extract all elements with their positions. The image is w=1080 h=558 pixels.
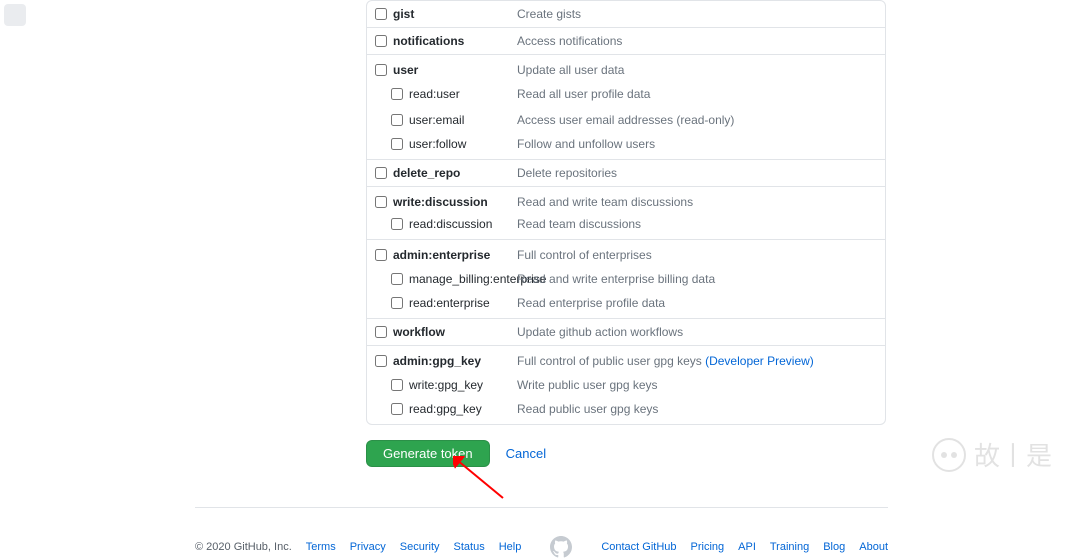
- scope-row: admin:gpg_keyFull control of public user…: [367, 346, 885, 372]
- scope-row: workflowUpdate github action workflows: [367, 319, 885, 345]
- scope-description: Update github action workflows: [517, 325, 885, 339]
- page-footer: © 2020 GitHub, Inc. Terms Privacy Securi…: [195, 536, 888, 558]
- scope-description: Full control of public user gpg keys (De…: [517, 354, 885, 368]
- footer-link-training[interactable]: Training: [770, 541, 809, 553]
- scope-name: write:discussion: [391, 195, 517, 209]
- scope-row: notificationsAccess notifications: [367, 28, 885, 54]
- scope-description: Delete repositories: [517, 166, 885, 180]
- scope-description: Read team discussions: [517, 217, 885, 231]
- scope-row: read:enterpriseRead enterprise profile d…: [367, 292, 885, 318]
- scope-description: Access notifications: [517, 34, 885, 48]
- scope-name: workflow: [391, 325, 517, 339]
- scope-name: user:email: [407, 113, 517, 127]
- scope-name: admin:gpg_key: [391, 354, 517, 368]
- scope-name: read:discussion: [407, 217, 517, 231]
- footer-right: Contact GitHub Pricing API Training Blog…: [601, 541, 888, 553]
- scope-description: Read all user profile data: [517, 87, 885, 101]
- scope-name: user:follow: [407, 137, 517, 151]
- generate-token-button[interactable]: Generate token: [366, 440, 490, 467]
- scope-block: admin:enterpriseFull control of enterpri…: [367, 240, 885, 319]
- scope-row: write:discussionRead and write team disc…: [367, 187, 885, 213]
- scope-name: read:user: [407, 87, 517, 101]
- scope-checkbox[interactable]: [391, 114, 403, 126]
- page-ornament: [4, 4, 26, 26]
- cancel-button[interactable]: Cancel: [506, 446, 546, 461]
- scope-block: delete_repoDelete repositories: [367, 160, 885, 187]
- footer-link-security[interactable]: Security: [400, 541, 440, 553]
- footer-link-api[interactable]: API: [738, 541, 756, 553]
- scope-block: workflowUpdate github action workflows: [367, 319, 885, 346]
- footer-left: © 2020 GitHub, Inc. Terms Privacy Securi…: [195, 541, 521, 553]
- footer-link-help[interactable]: Help: [499, 541, 522, 553]
- scope-name: manage_billing:enterprise: [407, 272, 517, 286]
- scope-block: gistCreate gists: [367, 1, 885, 28]
- developer-preview-label: (Developer Preview): [705, 354, 814, 368]
- footer-link-pricing[interactable]: Pricing: [691, 541, 725, 553]
- footer-divider: [195, 507, 888, 508]
- scope-name: read:enterprise: [407, 296, 517, 310]
- scope-checkbox[interactable]: [375, 64, 387, 76]
- scope-checkbox[interactable]: [391, 218, 403, 230]
- scope-checkbox[interactable]: [375, 196, 387, 208]
- scope-checkbox[interactable]: [375, 8, 387, 20]
- scope-checkbox[interactable]: [375, 35, 387, 47]
- scope-checkbox[interactable]: [391, 138, 403, 150]
- scope-name: read:gpg_key: [407, 402, 517, 416]
- scope-checkbox[interactable]: [375, 167, 387, 179]
- scope-row: user:emailAccess user email addresses (r…: [367, 107, 885, 133]
- scope-description: Update all user data: [517, 63, 885, 77]
- scope-checkbox[interactable]: [391, 297, 403, 309]
- copyright-text: © 2020 GitHub, Inc.: [195, 541, 292, 553]
- footer-link-privacy[interactable]: Privacy: [350, 541, 386, 553]
- scope-description: Read public user gpg keys: [517, 402, 885, 416]
- scope-row: userUpdate all user data: [367, 55, 885, 81]
- scope-checkbox[interactable]: [391, 379, 403, 391]
- scope-description: Read and write enterprise billing data: [517, 272, 885, 286]
- scope-row: gistCreate gists: [367, 1, 885, 27]
- scope-description: Follow and unfollow users: [517, 137, 885, 151]
- scope-name: gist: [391, 7, 517, 21]
- scope-name: delete_repo: [391, 166, 517, 180]
- footer-link-about[interactable]: About: [859, 541, 888, 553]
- footer-link-terms[interactable]: Terms: [306, 541, 336, 553]
- scope-checkbox[interactable]: [375, 326, 387, 338]
- scope-checkbox[interactable]: [391, 88, 403, 100]
- github-logo-icon: [550, 536, 572, 558]
- scope-description: Access user email addresses (read-only): [517, 113, 885, 127]
- scope-row: user:followFollow and unfollow users: [367, 133, 885, 159]
- scope-description: Create gists: [517, 7, 885, 21]
- scope-row: read:userRead all user profile data: [367, 81, 885, 107]
- scopes-table: gistCreate gistsnotificationsAccess noti…: [366, 0, 886, 425]
- scope-name: user: [391, 63, 517, 77]
- scope-row: delete_repoDelete repositories: [367, 160, 885, 186]
- scope-block: admin:gpg_keyFull control of public user…: [367, 346, 885, 424]
- scope-row: read:discussionRead team discussions: [367, 213, 885, 239]
- scope-block: write:discussionRead and write team disc…: [367, 187, 885, 240]
- scope-block: userUpdate all user dataread:userRead al…: [367, 55, 885, 160]
- scope-description: Read and write team discussions: [517, 195, 885, 209]
- scope-checkbox[interactable]: [391, 403, 403, 415]
- scope-row: admin:enterpriseFull control of enterpri…: [367, 240, 885, 266]
- scope-description: Full control of enterprises: [517, 248, 885, 262]
- scope-checkbox[interactable]: [391, 273, 403, 285]
- scope-checkbox[interactable]: [375, 249, 387, 261]
- scope-name: notifications: [391, 34, 517, 48]
- scope-row: manage_billing:enterpriseRead and write …: [367, 266, 885, 292]
- form-actions: Generate token Cancel: [366, 440, 1080, 467]
- scope-row: write:gpg_keyWrite public user gpg keys: [367, 372, 885, 398]
- scope-name: write:gpg_key: [407, 378, 517, 392]
- scope-description: Read enterprise profile data: [517, 296, 885, 310]
- footer-link-blog[interactable]: Blog: [823, 541, 845, 553]
- scope-description: Write public user gpg keys: [517, 378, 885, 392]
- scope-name: admin:enterprise: [391, 248, 517, 262]
- scope-checkbox[interactable]: [375, 355, 387, 367]
- footer-link-contact[interactable]: Contact GitHub: [601, 541, 676, 553]
- scope-row: read:gpg_keyRead public user gpg keys: [367, 398, 885, 424]
- scope-block: notificationsAccess notifications: [367, 28, 885, 55]
- footer-link-status[interactable]: Status: [454, 541, 485, 553]
